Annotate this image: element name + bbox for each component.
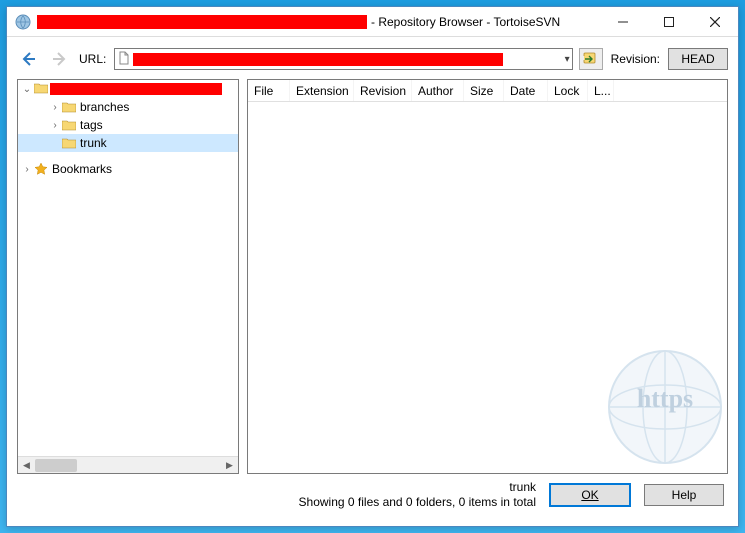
window-title: - Repository Browser - TortoiseSVN: [371, 15, 560, 29]
folder-icon: [62, 101, 76, 113]
revision-label: Revision:: [609, 52, 662, 66]
url-redacted: [133, 53, 503, 66]
scroll-left-icon[interactable]: ◀: [18, 457, 35, 474]
bookmarks-label: Bookmarks: [52, 162, 112, 176]
tree-bookmarks[interactable]: › Bookmarks: [18, 160, 238, 178]
tree-item-label: branches: [80, 100, 129, 114]
url-toolbar: URL: ▾ Revision: HEAD: [17, 47, 728, 71]
footer-status: trunk Showing 0 files and 0 folders, 0 i…: [299, 480, 536, 510]
col-size[interactable]: Size: [464, 80, 504, 101]
window-controls: [600, 7, 738, 36]
file-list-body[interactable]: [248, 102, 727, 473]
chevron-down-icon[interactable]: ▾: [565, 54, 570, 65]
title-redacted: [37, 15, 367, 29]
url-label: URL:: [77, 52, 108, 66]
col-file[interactable]: File: [248, 80, 290, 101]
tree-item-trunk[interactable]: trunk: [18, 134, 238, 152]
tree-item-tags[interactable]: › tags: [18, 116, 238, 134]
footer-path: trunk: [299, 480, 536, 495]
folder-icon: [62, 137, 76, 149]
expand-icon[interactable]: ›: [48, 120, 62, 131]
collapse-icon[interactable]: ⌄: [20, 84, 34, 95]
app-window: - Repository Browser - TortoiseSVN URL: …: [6, 6, 739, 527]
scrollbar-thumb[interactable]: [35, 459, 77, 472]
forward-button[interactable]: [47, 47, 71, 71]
list-header: File Extension Revision Author Size Date…: [248, 80, 727, 102]
star-icon: [34, 162, 48, 176]
tree-item-label: tags: [80, 118, 103, 132]
ok-button[interactable]: OK: [550, 484, 630, 506]
app-icon: [15, 14, 31, 30]
col-revision[interactable]: Revision: [354, 80, 412, 101]
tree-item-branches[interactable]: › branches: [18, 98, 238, 116]
titlebar[interactable]: - Repository Browser - TortoiseSVN: [7, 7, 738, 37]
head-revision-button[interactable]: HEAD: [668, 48, 728, 70]
folder-icon: [62, 119, 76, 131]
col-lock[interactable]: Lock: [548, 80, 588, 101]
col-more[interactable]: L...: [588, 80, 614, 101]
close-button[interactable]: [692, 7, 738, 36]
file-list-pane: File Extension Revision Author Size Date…: [247, 79, 728, 474]
footer-count: Showing 0 files and 0 folders, 0 items i…: [299, 495, 536, 510]
horizontal-scrollbar[interactable]: ◀ ▶: [18, 456, 238, 473]
tree-pane: ⌄ › branches › tags: [17, 79, 239, 474]
col-author[interactable]: Author: [412, 80, 464, 101]
col-extension[interactable]: Extension: [290, 80, 354, 101]
file-icon: [117, 51, 131, 68]
maximize-button[interactable]: [646, 7, 692, 36]
content-area: URL: ▾ Revision: HEAD ⌄: [7, 37, 738, 526]
col-date[interactable]: Date: [504, 80, 548, 101]
tree-view[interactable]: ⌄ › branches › tags: [18, 80, 238, 456]
go-to-button[interactable]: [579, 48, 603, 70]
footer: trunk Showing 0 files and 0 folders, 0 i…: [17, 474, 728, 516]
scroll-right-icon[interactable]: ▶: [221, 457, 238, 474]
expand-icon[interactable]: ›: [48, 102, 62, 113]
tree-root[interactable]: ⌄: [18, 80, 238, 98]
tree-root-redacted: [50, 83, 222, 95]
url-combobox[interactable]: ▾: [114, 48, 572, 70]
back-button[interactable]: [17, 47, 41, 71]
help-button[interactable]: Help: [644, 484, 724, 506]
split-panes: ⌄ › branches › tags: [17, 79, 728, 474]
tree-item-label: trunk: [80, 136, 107, 150]
minimize-button[interactable]: [600, 7, 646, 36]
expand-icon[interactable]: ›: [20, 164, 34, 175]
folder-icon: [34, 82, 48, 97]
